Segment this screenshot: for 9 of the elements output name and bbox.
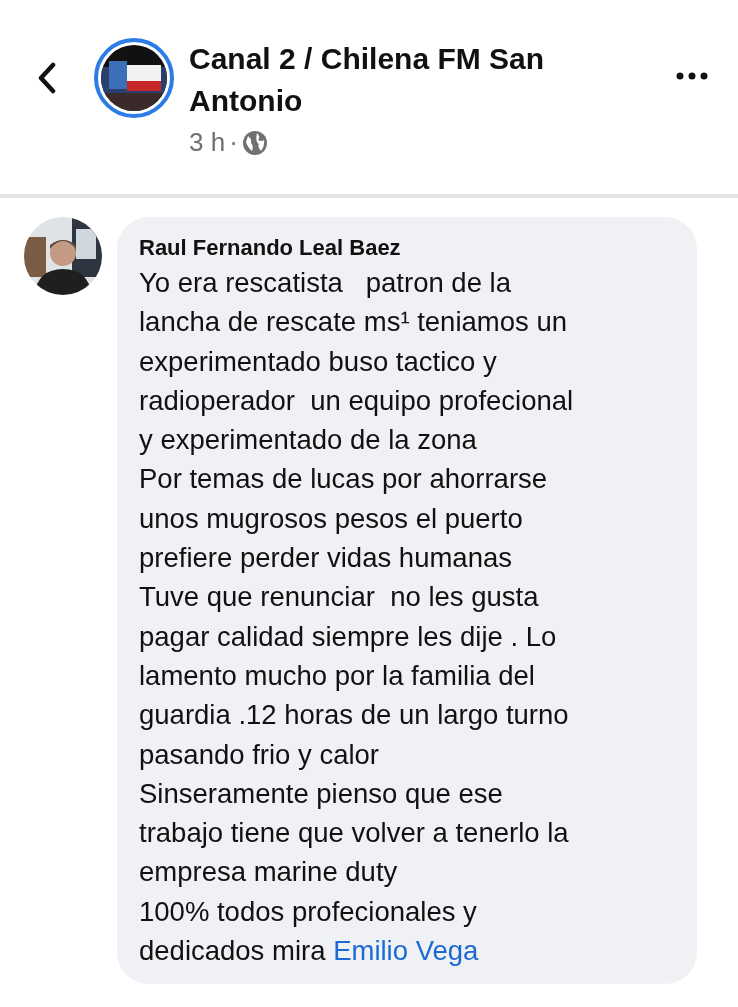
separator-dot: · (229, 126, 238, 159)
back-icon[interactable] (36, 62, 58, 94)
globe-icon (241, 129, 268, 156)
mention-link[interactable]: Emilio Vega (333, 935, 479, 967)
page-name[interactable]: Canal 2 / Chilena FM San Antonio (189, 38, 609, 122)
more-icon[interactable] (676, 71, 708, 81)
post-time: 3 h (189, 126, 226, 159)
comment-author[interactable]: Raul Fernando Leal Baez (139, 233, 689, 263)
comment-text: Yo era rescatista patron de la lancha de rescate ms¹ teniamos un experimentado buso tactico y radioperador un equipo profecional y experimentado de la zona Por temas de lucas por ahorrarse unos mugrosos pesos el puerto prefiere perder vidas humanas Tuve que renunciar no les gusta pagar calidad siempre les dije . Lo lamento mucho por la familia del guardia .12 horas de un largo turno pasando frio y calor Sinseramente pienso que ese trabajo tiene que volver a tenerlo la empresa marine duty 100% todos profecionales y dedicados mira Emilio Vega (139, 266, 575, 969)
